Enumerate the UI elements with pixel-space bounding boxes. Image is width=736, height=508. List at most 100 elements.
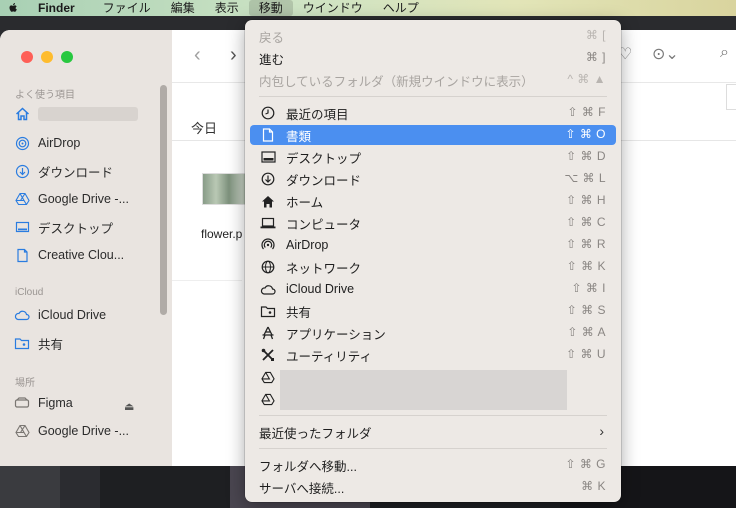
shortcut-label: ⌘ [	[585, 28, 606, 42]
menu-file[interactable]: ファイル	[93, 0, 161, 16]
desktop-icon	[260, 149, 276, 165]
chevron-right-icon: ›	[599, 423, 604, 439]
search-icon[interactable]: ⌕	[720, 44, 729, 62]
menu-item-documents[interactable]: 書類 ⇧ ⌘ O	[250, 125, 616, 145]
section-locations: 場所	[15, 378, 35, 389]
more-actions-icon[interactable]: ⊙⌄	[652, 44, 679, 64]
menu-item-label: コンピュータ	[286, 217, 362, 232]
shared-folder-icon	[260, 303, 276, 319]
zoom-button[interactable]	[61, 51, 73, 63]
menu-item-connect-server[interactable]: サーバへ接続... ⌘ K	[250, 477, 616, 497]
sidebar-item-downloads[interactable]: ダウンロード	[14, 161, 113, 181]
menu-item-shared[interactable]: 共有 ⇧ ⌘ S	[250, 301, 616, 321]
back-button[interactable]: ‹	[194, 44, 201, 67]
menu-item-enclosing-folder: 内包しているフォルダ（新規ウインドウに表示） ^ ⌘ ▲	[250, 70, 616, 90]
close-button[interactable]	[21, 51, 33, 63]
file-name[interactable]: flower.p	[201, 227, 242, 241]
menu-item-label: 戻る	[259, 30, 285, 45]
shortcut-label: ⇧ ⌘ O	[565, 127, 606, 141]
shortcut-label: ⇧ ⌘ U	[566, 347, 606, 361]
shortcut-label: ⇧ ⌘ G	[565, 457, 606, 471]
house-icon	[260, 193, 276, 209]
shortcut-label: ⇧ ⌘ S	[566, 303, 606, 317]
sidebar-item-label: iCloud Drive	[38, 308, 107, 322]
column-edge	[726, 84, 736, 110]
shortcut-label: ⇧ ⌘ R	[566, 237, 606, 251]
cloud-icon	[14, 307, 30, 323]
shortcut-label: ⌘ ]	[585, 50, 606, 64]
menu-item-label: ネットワーク	[286, 261, 362, 276]
house-icon	[14, 106, 30, 122]
menu-item-label: AirDrop	[286, 238, 329, 252]
document-icon	[260, 127, 276, 143]
menu-item-recent-folders[interactable]: 最近使ったフォルダ ›	[250, 422, 616, 442]
menu-item-desktop[interactable]: デスクトップ ⇧ ⌘ D	[250, 147, 616, 167]
sidebar-scrollbar[interactable]	[160, 85, 167, 315]
sidebar-item-label: Google Drive -...	[38, 192, 130, 206]
clock-icon	[260, 105, 276, 121]
menu-item-label: 共有	[286, 305, 312, 320]
sidebar-item-home[interactable]	[14, 104, 38, 124]
menu-item-recents[interactable]: 最近の項目 ⇧ ⌘ F	[250, 103, 616, 123]
menu-item-applications[interactable]: アプリケーション ⇧ ⌘ A	[250, 323, 616, 343]
sidebar-item-label: Figma	[38, 396, 73, 410]
menu-item-label: 書類	[286, 129, 312, 144]
shortcut-label: ⇧ ⌘ A	[567, 325, 606, 339]
cloud-icon	[260, 281, 276, 297]
menu-item-home[interactable]: ホーム ⇧ ⌘ H	[250, 191, 616, 211]
menu-help[interactable]: ヘルプ	[373, 0, 429, 16]
menu-item-back: 戻る ⌘ [	[250, 26, 616, 46]
menu-item-utilities[interactable]: ユーティリティ ⇧ ⌘ U	[250, 345, 616, 365]
section-favorites: よく使う項目	[15, 90, 75, 101]
menu-go[interactable]: 移動	[248, 0, 293, 16]
globe-icon	[260, 259, 276, 275]
drive-icon	[14, 395, 30, 411]
sidebar-item-label: ダウンロード	[38, 165, 114, 180]
sidebar-item-icloud-drive[interactable]: iCloud Drive	[14, 305, 106, 325]
document-icon	[14, 247, 30, 263]
redacted-region	[280, 370, 567, 410]
laptop-icon	[260, 215, 276, 231]
menu-item-network[interactable]: ネットワーク ⇧ ⌘ K	[250, 257, 616, 277]
menu-edit[interactable]: 編集	[161, 0, 205, 16]
sidebar-item-shared[interactable]: 共有	[14, 333, 63, 353]
menu-view[interactable]: 表示	[205, 0, 249, 16]
menu-item-label: フォルダへ移動...	[259, 459, 357, 474]
group-header-label: 今日	[191, 121, 218, 136]
forward-button[interactable]: ›	[230, 44, 237, 67]
menu-item-airdrop[interactable]: AirDrop ⇧ ⌘ R	[250, 235, 616, 255]
shortcut-label: ⇧ ⌘ F	[567, 105, 606, 119]
sidebar-item-desktop[interactable]: デスクトップ	[14, 217, 113, 237]
eject-icon[interactable]: ⏏	[124, 400, 134, 413]
menu-item-forward[interactable]: 進む ⌘ ]	[250, 48, 616, 68]
menu-finder[interactable]: Finder	[34, 0, 85, 16]
sidebar-item-google-drive-2[interactable]: Google Drive -...	[14, 421, 129, 441]
google-drive-icon	[260, 369, 276, 385]
sidebar-item-google-drive[interactable]: Google Drive -...	[14, 189, 129, 209]
google-drive-icon	[14, 191, 30, 207]
shortcut-label: ⇧ ⌘ D	[566, 149, 606, 163]
menu-item-downloads[interactable]: ダウンロード ⌥ ⌘ L	[250, 169, 616, 189]
menu-item-icloud-drive[interactable]: iCloud Drive ⇧ ⌘ I	[250, 279, 616, 299]
menu-separator	[259, 415, 607, 416]
sidebar: よく使う項目 AirDrop ダウンロード Google Drive -...	[0, 30, 172, 466]
redacted-home-label	[38, 107, 138, 121]
apple-logo-icon[interactable]	[6, 1, 20, 15]
menu-window[interactable]: ウインドウ	[293, 0, 373, 16]
go-menu-dropdown: 戻る ⌘ [ 進む ⌘ ] 内包しているフォルダ（新規ウインドウに表示） ^ ⌘…	[245, 20, 621, 502]
menu-item-label: デスクトップ	[286, 151, 362, 166]
shortcut-label: ⌘ K	[581, 479, 606, 493]
minimize-button[interactable]	[41, 51, 53, 63]
download-icon	[14, 163, 30, 179]
sidebar-item-airdrop[interactable]: AirDrop	[14, 133, 80, 153]
menu-item-label: 最近の項目	[286, 107, 349, 122]
sidebar-item-creative-cloud[interactable]: Creative Clou...	[14, 245, 124, 265]
sidebar-item-figma[interactable]: Figma	[14, 393, 73, 413]
sidebar-item-label: 共有	[38, 337, 64, 352]
menu-item-go-to-folder[interactable]: フォルダへ移動... ⇧ ⌘ G	[250, 455, 616, 475]
sidebar-item-label: デスクトップ	[38, 221, 114, 236]
menu-item-label: iCloud Drive	[286, 282, 355, 296]
menu-item-computer[interactable]: コンピュータ ⇧ ⌘ C	[250, 213, 616, 233]
shortcut-label: ⇧ ⌘ H	[566, 193, 606, 207]
desktop-icon	[14, 219, 30, 235]
